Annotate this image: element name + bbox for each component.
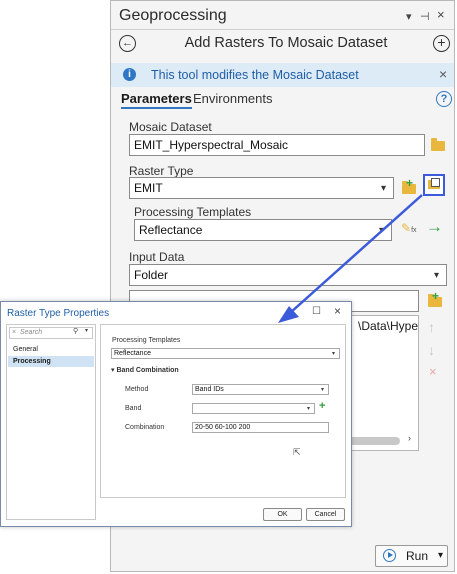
callout-arrow	[278, 194, 423, 323]
callout-arrow-line	[289, 194, 423, 314]
